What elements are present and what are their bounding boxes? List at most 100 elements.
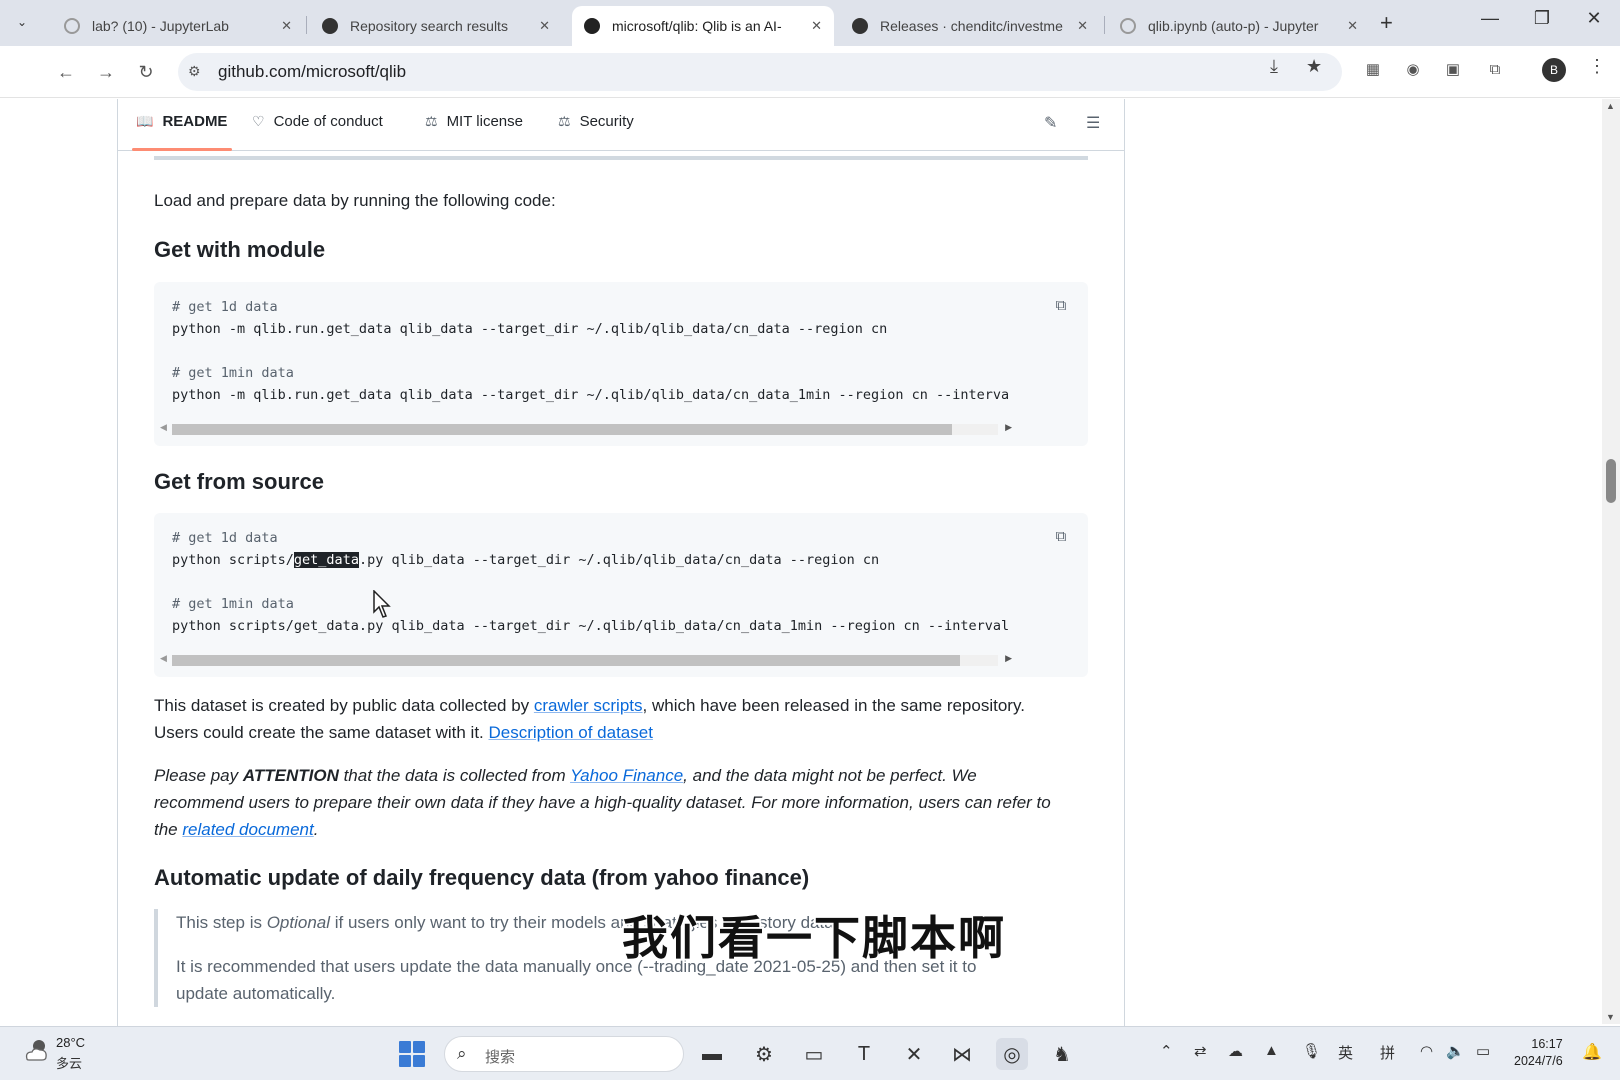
horizontal-scrollbar[interactable]: ◀ ▶ [160,422,1012,436]
tab-code-of-conduct[interactable]: ♡ Code of conduct [252,113,383,130]
attention-paragraph: Please pay ATTENTION that the data is co… [154,766,1051,839]
extension-icon[interactable]: ▣ [1442,58,1464,80]
microphone-icon[interactable]: 🎙 [1302,1042,1321,1060]
page-scrollbar[interactable]: ▲ ▼ [1602,99,1620,1024]
readme-panel: 📖 README ♡ Code of conduct ⚖ MIT license… [117,99,1125,1029]
address-bar[interactable]: ⚙ github.com/microsoft/qlib [178,53,1342,91]
code-line: python scripts/get_data.py qlib_data --t… [172,618,1010,634]
copy-icon[interactable]: ⧉ [1050,525,1072,547]
profile-avatar[interactable]: B [1542,58,1566,82]
scroll-left-icon[interactable]: ◀ [160,422,167,433]
extension-icon[interactable]: ▦ [1362,58,1384,80]
code-line: python -m qlib.run.get_data qlib_data --… [172,321,888,337]
code-block-source: # get 1d data python scripts/get_data.py… [154,513,1088,677]
scroll-down-icon[interactable]: ▼ [1606,1012,1615,1022]
battery-icon[interactable]: ▭ [1476,1042,1490,1060]
code-comment: # get 1d data [172,530,278,546]
page-content: 📖 README ♡ Code of conduct ⚖ MIT license… [0,99,1620,1029]
xmind-icon[interactable]: ✕ [898,1038,930,1070]
scroll-thumb[interactable] [1606,459,1616,503]
active-tab-underline [132,148,232,151]
horizontal-rule [154,156,1088,160]
back-button[interactable]: ← [52,58,80,86]
scale-icon: ⚖ [425,113,438,129]
taskbar-search[interactable]: ⌕ 搜索 [444,1036,684,1072]
restore-button[interactable]: ❐ [1522,8,1562,29]
chrome-icon[interactable]: ◎ [996,1038,1028,1070]
code-text[interactable]: # get 1d data python scripts/get_data.py… [172,527,1009,637]
forward-button[interactable]: → [92,58,120,86]
scroll-thumb[interactable] [172,655,960,666]
close-icon[interactable]: ✕ [1347,18,1358,34]
install-app-icon[interactable]: ⤓ [1270,56,1278,77]
scroll-right-icon[interactable]: ▶ [1005,653,1012,664]
typora-icon[interactable]: T [848,1038,880,1070]
ime-language[interactable]: 英 [1338,1042,1353,1063]
tab-repository-search[interactable]: Repository search results ✕ [310,6,562,46]
close-icon[interactable]: ✕ [281,18,292,34]
volume-icon[interactable]: 🔈 [1446,1042,1465,1060]
puzzle-icon[interactable]: ⧉ [1484,58,1506,80]
wifi-icon[interactable]: ◠ [1420,1042,1433,1060]
chevron-down-icon: ⌄ [16,15,28,29]
tab-qlib-repo[interactable]: microsoft/qlib: Qlib is an AI- ✕ [572,6,834,46]
dataset-paragraph: This dataset is created by public data c… [154,696,1025,742]
new-tab-button[interactable]: + [1380,10,1393,36]
cat-app-icon[interactable]: ♞ [1046,1038,1078,1070]
tab-qlib-notebook[interactable]: qlib.ipynb (auto-p) - Jupyter ✕ [1108,6,1370,46]
browser-menu-icon[interactable]: ⋮ [1588,56,1606,77]
close-icon[interactable]: ✕ [539,18,550,34]
notification-bell-icon[interactable]: 🔔 [1582,1042,1602,1062]
settings-gear-icon[interactable]: ⚙ [748,1038,780,1070]
system-clock[interactable]: 16:17 2024/7/6 [1514,1036,1563,1070]
heading-automatic-update: Automatic update of daily frequency data… [154,865,810,890]
description-of-dataset-link[interactable]: Description of dataset [489,723,653,742]
bookmark-star-icon[interactable]: ★ [1306,56,1322,77]
tab-separator [1104,16,1105,34]
github-icon [852,18,868,34]
network-tool-icon[interactable]: ⇄ [1194,1042,1207,1060]
reload-button[interactable]: ↻ [132,58,160,86]
code-line: python -m qlib.run.get_data qlib_data --… [172,387,1010,403]
outline-list-icon[interactable]: ☰ [1086,113,1100,133]
weather-desc: 多云 [56,1056,83,1071]
tab-jupyterlab[interactable]: lab? (10) - JupyterLab ✕ [52,6,304,46]
video-subtitle: 我们看一下脚本啊 [622,912,1006,964]
file-manager-icon[interactable]: ▬ [696,1038,728,1070]
close-icon[interactable]: ✕ [1077,18,1088,34]
tab-search-button[interactable]: ⌄ [8,8,36,36]
windows-start-icon[interactable] [399,1041,425,1067]
close-window-button[interactable]: ✕ [1574,8,1614,29]
scroll-left-icon[interactable]: ◀ [160,653,167,664]
weather-cloud-icon[interactable] [22,1037,50,1065]
minimize-button[interactable]: — [1470,8,1510,29]
url-text[interactable]: github.com/microsoft/qlib [218,62,406,82]
copy-icon[interactable]: ⧉ [1050,294,1072,316]
folder-icon[interactable]: ▭ [798,1038,830,1070]
close-icon[interactable]: ✕ [811,18,822,34]
tab-readme[interactable]: 📖 README [136,113,227,130]
crawler-scripts-link[interactable]: crawler scripts [534,696,643,715]
related-document-link[interactable]: related document [182,820,313,839]
tab-mit-license[interactable]: ⚖ MIT license [425,113,523,130]
edit-pencil-icon[interactable]: ✎ [1044,113,1057,133]
tray-app-icon[interactable]: ▲ [1264,1042,1279,1059]
tab-releases[interactable]: Releases · chenditc/investme ✕ [840,6,1100,46]
github-icon [322,18,338,34]
scroll-thumb[interactable] [172,424,952,435]
yahoo-finance-link[interactable]: Yahoo Finance [570,766,683,785]
vscode-icon[interactable]: ⋈ [946,1038,978,1070]
tab-security[interactable]: ⚖ Security [558,113,634,130]
arrow-right-icon: → [97,61,115,82]
scale-icon: ⚖ [558,113,571,129]
chevron-up-icon[interactable]: ⌃ [1160,1042,1173,1060]
horizontal-scrollbar[interactable]: ◀ ▶ [160,653,1012,667]
site-info-icon[interactable]: ⚙ [188,63,201,80]
extension-icon[interactable]: ◉ [1402,58,1424,80]
scroll-right-icon[interactable]: ▶ [1005,422,1012,433]
scroll-up-icon[interactable]: ▲ [1606,101,1615,111]
cloud-icon[interactable]: ☁ [1228,1042,1243,1060]
code-comment: # get 1min data [172,365,294,381]
code-text[interactable]: # get 1d data python -m qlib.run.get_dat… [172,296,1009,406]
ime-mode[interactable]: 拼 [1380,1042,1395,1063]
